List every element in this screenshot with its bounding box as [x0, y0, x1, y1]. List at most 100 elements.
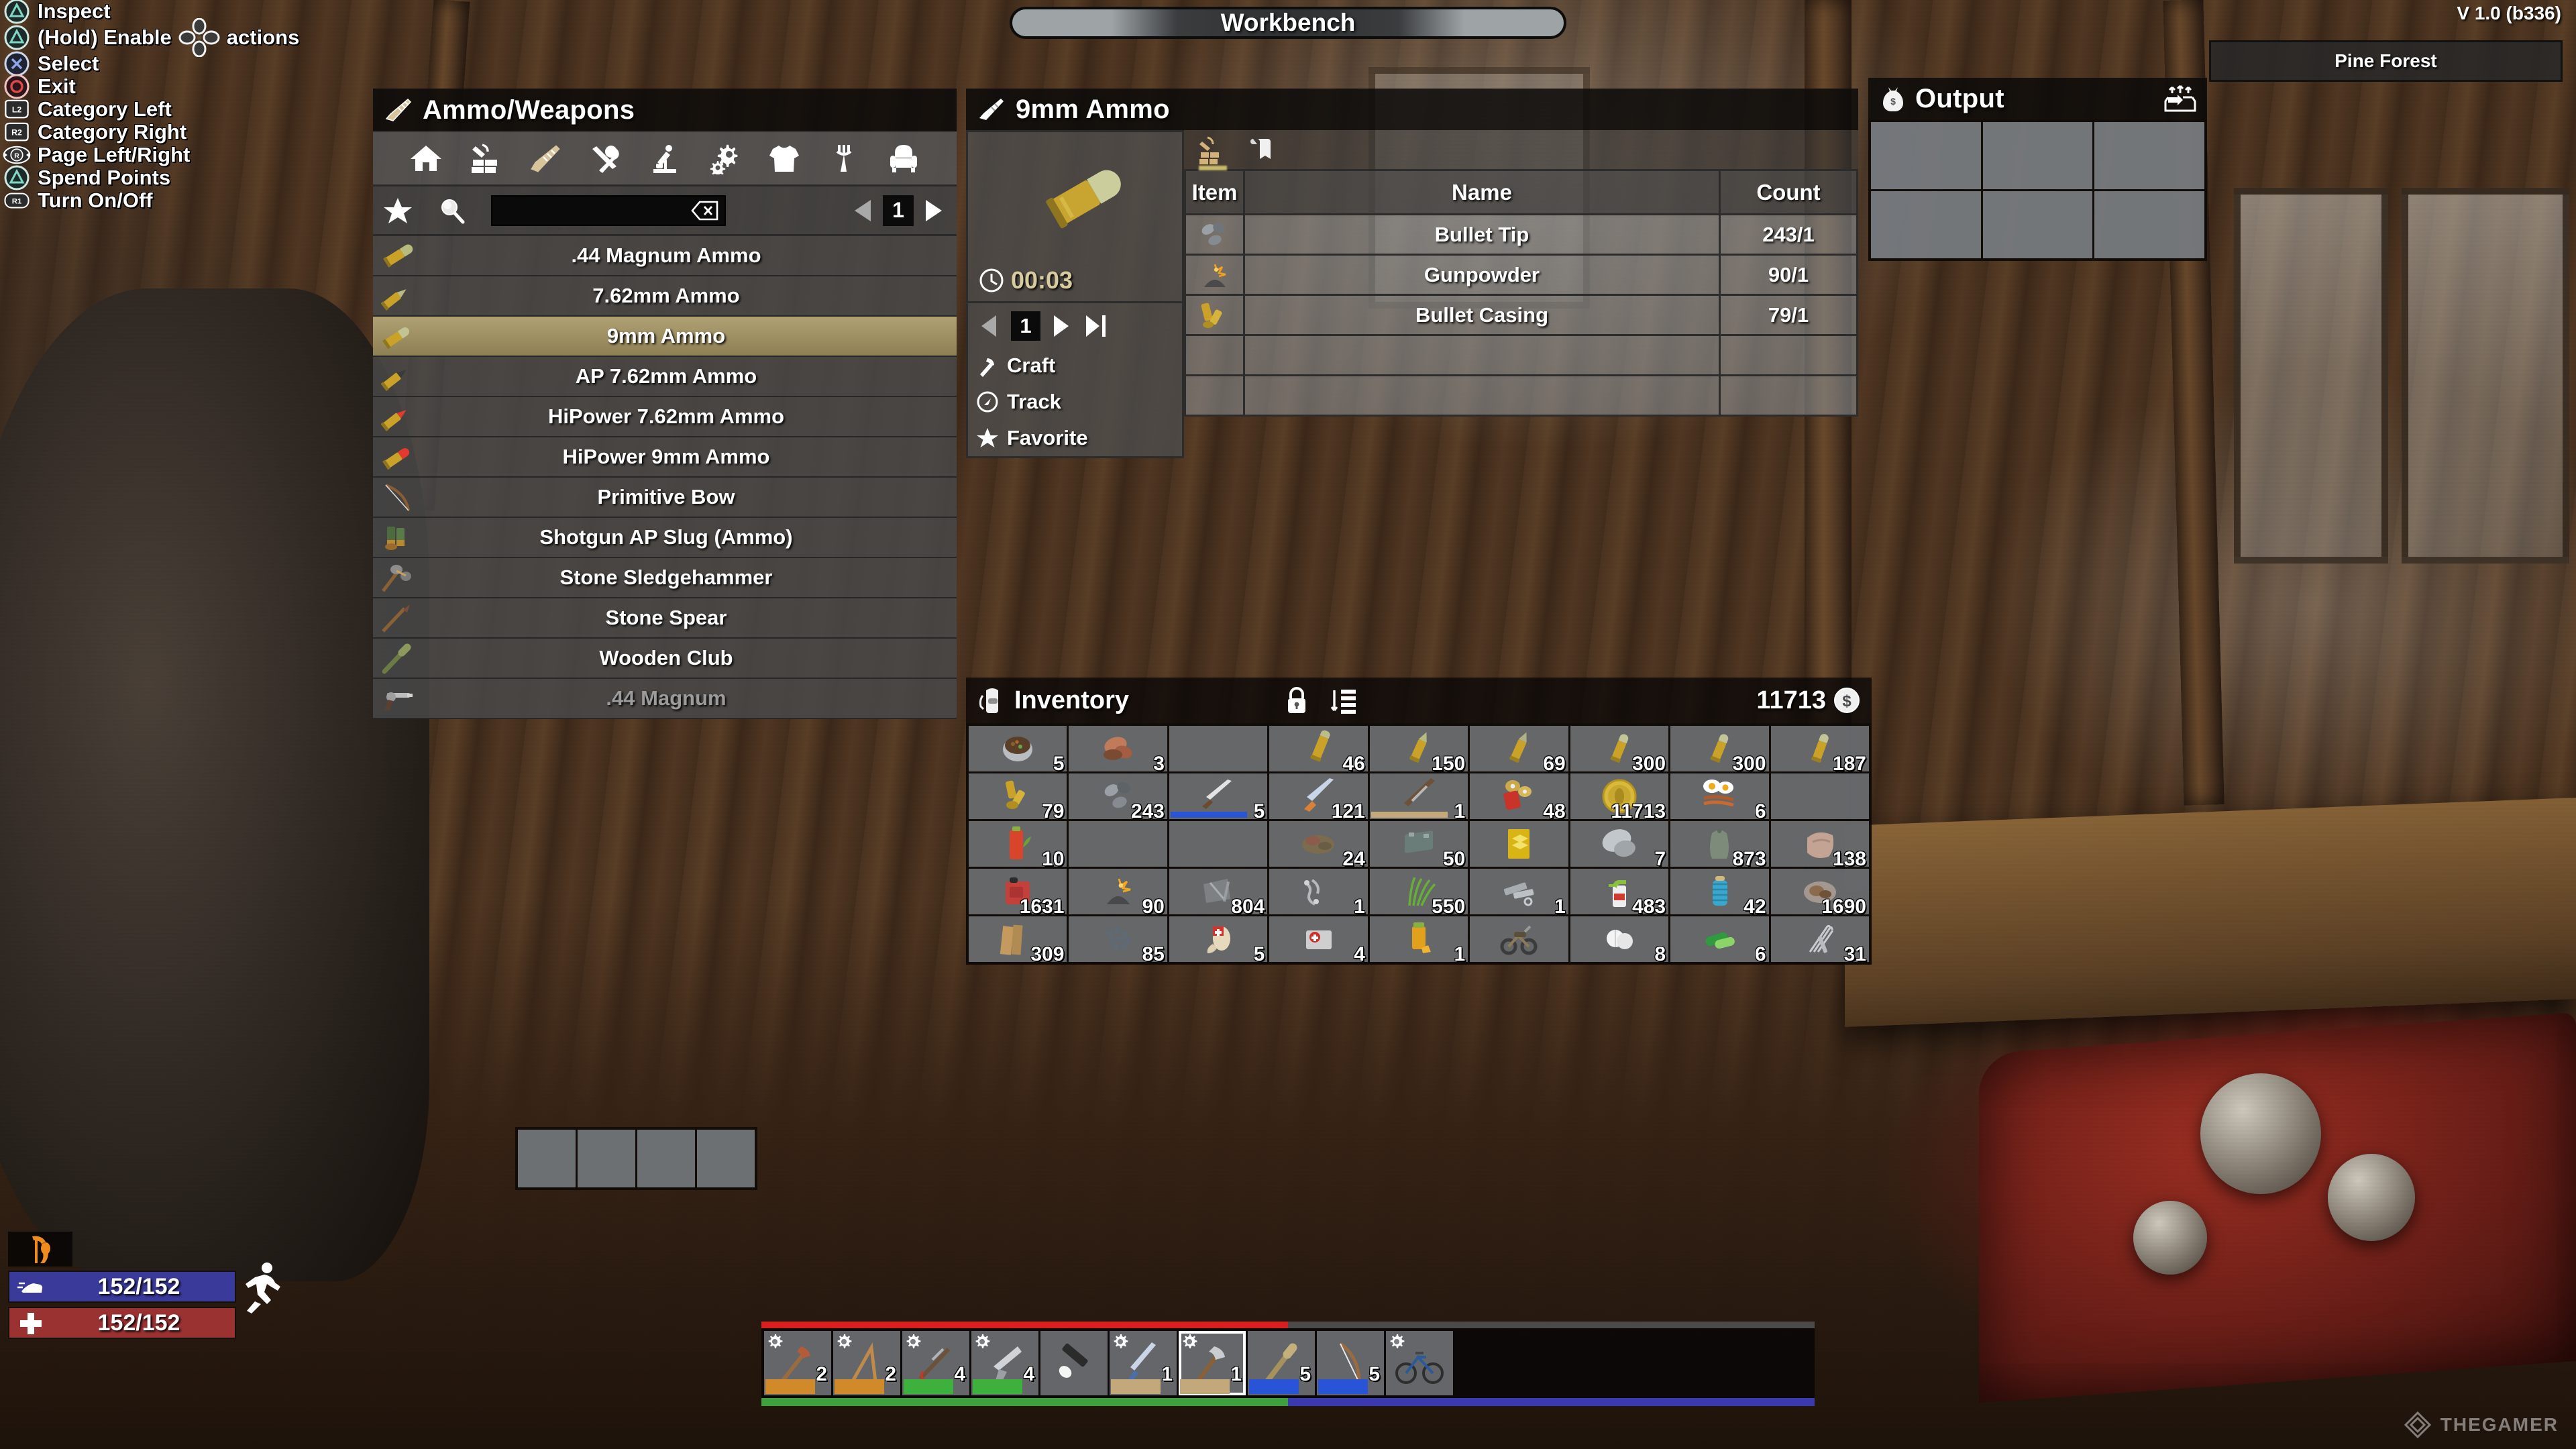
backspace-icon[interactable]	[691, 200, 719, 221]
category-tab-basics[interactable]	[405, 137, 447, 180]
queue-slot[interactable]	[578, 1130, 635, 1187]
category-tabs[interactable]	[373, 131, 957, 186]
inventory-slot[interactable]: 1	[1269, 869, 1368, 914]
output-slot[interactable]	[1871, 191, 1981, 258]
inventory-slot[interactable]: 8	[1570, 916, 1669, 962]
lock-icon[interactable]	[1283, 685, 1310, 716]
inventory-slot[interactable]: 1	[1470, 869, 1568, 914]
inventory-slot[interactable]: 5	[969, 726, 1067, 771]
output-slot[interactable]	[1982, 191, 2093, 258]
recipe-row[interactable]: Stone Spear	[373, 598, 957, 639]
recipe-row[interactable]: HiPower 9mm Ammo	[373, 437, 957, 478]
hotbar-slot[interactable]: 4	[902, 1331, 969, 1395]
recipe-row[interactable]: Stone Sledgehammer	[373, 558, 957, 598]
favorite-filter-icon[interactable]	[382, 196, 413, 225]
hotbar-slot[interactable]: 2	[833, 1331, 900, 1395]
inventory-slot[interactable]: 873	[1670, 821, 1769, 867]
inventory-slot[interactable]: 300	[1670, 726, 1769, 771]
hotbar-slot[interactable]: 2	[764, 1331, 831, 1395]
output-slots[interactable]	[1868, 119, 2207, 261]
inventory-slot[interactable]: 309	[969, 916, 1067, 962]
inventory-slot[interactable]: 3	[1069, 726, 1167, 771]
category-tab-decor[interactable]	[882, 137, 925, 180]
inventory-slot[interactable]	[1470, 916, 1568, 962]
inventory-slot[interactable]: 550	[1369, 869, 1468, 914]
page-controls[interactable]: 1	[849, 195, 947, 226]
count-max-icon[interactable]	[1082, 313, 1110, 339]
inventory-slot[interactable]: 300	[1570, 726, 1669, 771]
recipe-row-selected[interactable]: 9mm Ammo	[373, 317, 957, 357]
inventory-slot[interactable]: 11713	[1570, 773, 1669, 819]
page-next-icon[interactable]	[918, 197, 947, 224]
search-bar[interactable]: 1	[373, 186, 957, 236]
hotbar-slot[interactable]	[1040, 1331, 1108, 1395]
tab-description[interactable]	[1243, 133, 1279, 166]
inventory-slot-empty[interactable]	[1770, 773, 1869, 819]
inventory-slot[interactable]: 1690	[1770, 869, 1869, 914]
queue-slot[interactable]	[697, 1130, 755, 1187]
inventory-slot[interactable]: 42	[1670, 869, 1769, 914]
take-all-icon[interactable]	[2164, 84, 2196, 113]
category-tab-ammo-weapons[interactable]	[524, 137, 567, 180]
track-button[interactable]: Track	[968, 384, 1182, 420]
category-tab-building[interactable]	[464, 137, 507, 180]
hotbar-slot[interactable]	[1386, 1331, 1453, 1395]
search-input[interactable]	[491, 195, 726, 226]
inventory-slot[interactable]: 1	[1369, 773, 1468, 819]
inventory-slots[interactable]: 5 3 46 150 69 300 300 187 79 243 5 121 1…	[966, 723, 1872, 965]
output-slot[interactable]	[2094, 191, 2204, 258]
inventory-slot[interactable]: 50	[1369, 821, 1468, 867]
inventory-slot[interactable]: 243	[1069, 773, 1167, 819]
inventory-slot[interactable]: 121	[1269, 773, 1368, 819]
inventory-slot[interactable]: 46	[1269, 726, 1368, 771]
craft-count-controls[interactable]: 1	[968, 301, 1182, 347]
inventory-slot[interactable]	[1470, 821, 1568, 867]
inventory-slot[interactable]: 5	[1169, 916, 1268, 962]
category-tab-tools[interactable]	[584, 137, 627, 180]
count-decrease-icon[interactable]	[976, 313, 1004, 339]
hotbar-slot[interactable]: 5	[1317, 1331, 1384, 1395]
inventory-slot[interactable]: 804	[1169, 869, 1268, 914]
inventory-slot[interactable]: 90	[1069, 869, 1167, 914]
count-increase-icon[interactable]	[1047, 313, 1075, 339]
page-prev-icon[interactable]	[849, 197, 879, 224]
ingredient-row[interactable]: Gunpowder 90/1	[1184, 254, 1858, 296]
inventory-slot[interactable]: 79	[969, 773, 1067, 819]
category-tab-resources[interactable]	[703, 137, 746, 180]
category-tab-food[interactable]	[822, 137, 865, 180]
inventory-slot[interactable]: 483	[1570, 869, 1669, 914]
category-tab-chemicals[interactable]	[643, 137, 686, 180]
inventory-slot[interactable]: 6	[1670, 916, 1769, 962]
recipe-row[interactable]: Primitive Bow	[373, 478, 957, 518]
hotbar-slot-active[interactable]: 1	[1179, 1331, 1246, 1395]
inventory-slot-empty[interactable]	[1069, 821, 1167, 867]
ingredient-row[interactable]: Bullet Tip 243/1	[1184, 213, 1858, 256]
output-slot[interactable]	[2094, 122, 2204, 189]
inventory-slot[interactable]: 31	[1770, 916, 1869, 962]
inventory-slot-empty[interactable]	[1169, 726, 1268, 771]
inventory-slot[interactable]: 48	[1470, 773, 1568, 819]
hotbar-slot[interactable]: 5	[1248, 1331, 1315, 1395]
inventory-slot[interactable]: 1631	[969, 869, 1067, 914]
output-slot[interactable]	[1871, 122, 1981, 189]
queue-slot[interactable]	[637, 1130, 695, 1187]
inventory-slot[interactable]: 1	[1369, 916, 1468, 962]
recipe-row[interactable]: 7.62mm Ammo	[373, 276, 957, 317]
inventory-slot[interactable]: 85	[1069, 916, 1167, 962]
inventory-slot[interactable]: 6	[1670, 773, 1769, 819]
inventory-slot[interactable]: 69	[1470, 726, 1568, 771]
craft-button[interactable]: Craft	[968, 347, 1182, 384]
queue-slot[interactable]	[518, 1130, 576, 1187]
hotbar-slots[interactable]: 2 2 4 4 1 1 5 5	[761, 1328, 1815, 1398]
sort-icon[interactable]	[1329, 685, 1358, 716]
inventory-slot-empty[interactable]	[1169, 821, 1268, 867]
category-tab-clothing[interactable]	[763, 137, 806, 180]
recipe-row[interactable]: .44 Magnum Ammo	[373, 236, 957, 276]
recipe-row[interactable]: Wooden Club	[373, 639, 957, 679]
ingredient-row[interactable]: Bullet Casing 79/1	[1184, 294, 1858, 336]
hotbar-slot[interactable]: 4	[971, 1331, 1038, 1395]
recipe-row[interactable]: Shotgun AP Slug (Ammo)	[373, 518, 957, 558]
inventory-slot[interactable]: 7	[1570, 821, 1669, 867]
output-slot[interactable]	[1982, 122, 2093, 189]
recipe-row-locked[interactable]: .44 Magnum	[373, 679, 957, 719]
